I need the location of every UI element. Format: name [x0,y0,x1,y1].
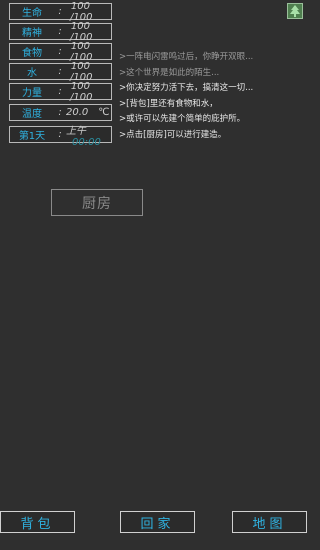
stat-water: 水 : 100/100 [9,60,112,83]
temperature-value: 20.0 [66,107,89,118]
stat-label: 精神 [22,28,42,39]
event-log: >一阵电闪雷鸣过后，你睁开双眼... >这个世界是如此的陌生... >你决定努力… [119,50,307,143]
stat-value: 100 [70,40,90,52]
stat-label: 水 [27,68,37,79]
log-line: >这个世界是如此的陌生... [119,67,220,78]
stat-separator: : [58,129,62,140]
log-line: >或许可以先建个简单的庇护所。 [119,114,246,124]
stat-label: 力量 [22,88,42,99]
stat-value: 100 [70,80,90,92]
map-button[interactable]: 地图 [232,511,307,533]
stat-strength: 力量 : 100/100 [9,80,112,103]
stat-label: 生命 [22,8,42,19]
stat-separator: : [58,46,62,57]
stat-separator: : [58,107,62,118]
stat-spirit: 精神 : 100/100 [9,20,112,43]
stat-separator: : [58,66,62,77]
log-line: >一阵电闪雷鸣过后，你睁开双眼... [119,52,254,62]
kitchen-button[interactable]: 厨房 [51,189,143,216]
stat-separator: : [58,86,62,97]
stat-value: 100 [70,20,90,32]
stat-separator: : [58,26,62,37]
day-period: 上午 [66,125,86,137]
log-line: >你决定努力活下去，搞清这一切... [119,83,254,93]
stat-separator: : [58,6,62,17]
stat-value: 100 [70,0,90,12]
log-line: >点击[厨房]可以进行建造。 [119,129,227,140]
log-line: >[背包]里还有食物和水， [119,98,218,109]
stat-label: 食物 [22,48,42,59]
stat-label: 温度 [22,109,42,120]
day-label: 第1天 [18,131,46,142]
home-button[interactable]: 回家 [120,511,195,533]
stat-temperature: 温度 : 20.0 ℃ [9,104,112,121]
tree-icon [290,5,300,17]
stat-value: 100 [70,60,90,72]
stat-max: /100 [70,91,93,103]
stat-food: 食物 : 100/100 [9,40,112,63]
temperature-unit: ℃ [98,107,110,118]
stat-health: 生命 : 100/100 [9,0,112,23]
bag-button[interactable]: 背包 [0,511,75,533]
day-clock: 00:00 [72,136,101,148]
day-time: 第1天 : 上午00:00 [9,125,112,148]
menu-button[interactable] [287,3,303,19]
